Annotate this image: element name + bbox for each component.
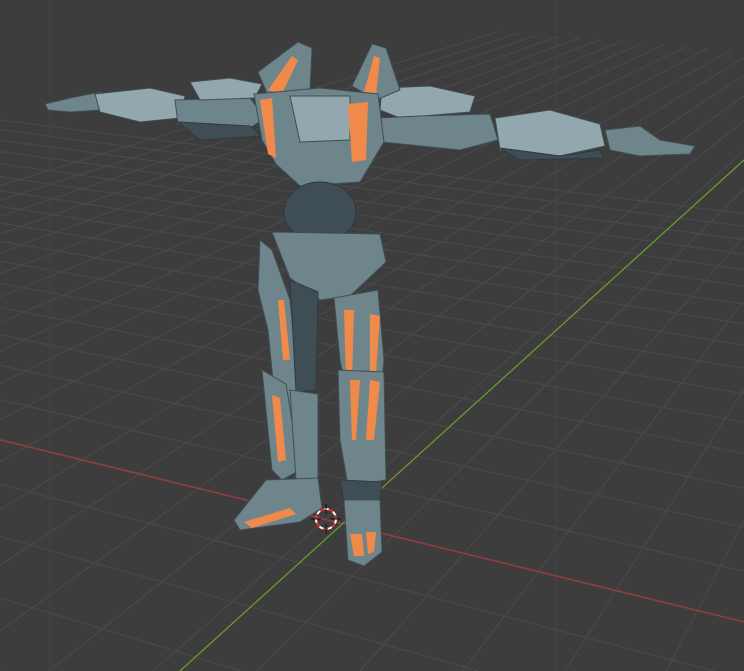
grid-line [564, 388, 744, 671]
chest-plate [289, 95, 351, 143]
pelvis [271, 231, 387, 301]
grid-line [0, 597, 242, 671]
y-axis-line [179, 159, 744, 671]
grid-line [462, 300, 744, 671]
3d-viewport[interactable]: .b{fill:#6f858c;stroke:#3f4e55;stroke-wi… [0, 0, 744, 671]
grid-line [359, 236, 744, 671]
left-arm [44, 77, 266, 141]
grid-line [666, 519, 744, 671]
robot-model[interactable] [44, 41, 696, 567]
viewport-canvas[interactable]: .b{fill:#6f858c;stroke:#3f4e55;stroke-wi… [0, 0, 744, 671]
grid-line [152, 150, 744, 671]
grid-line [0, 535, 479, 671]
